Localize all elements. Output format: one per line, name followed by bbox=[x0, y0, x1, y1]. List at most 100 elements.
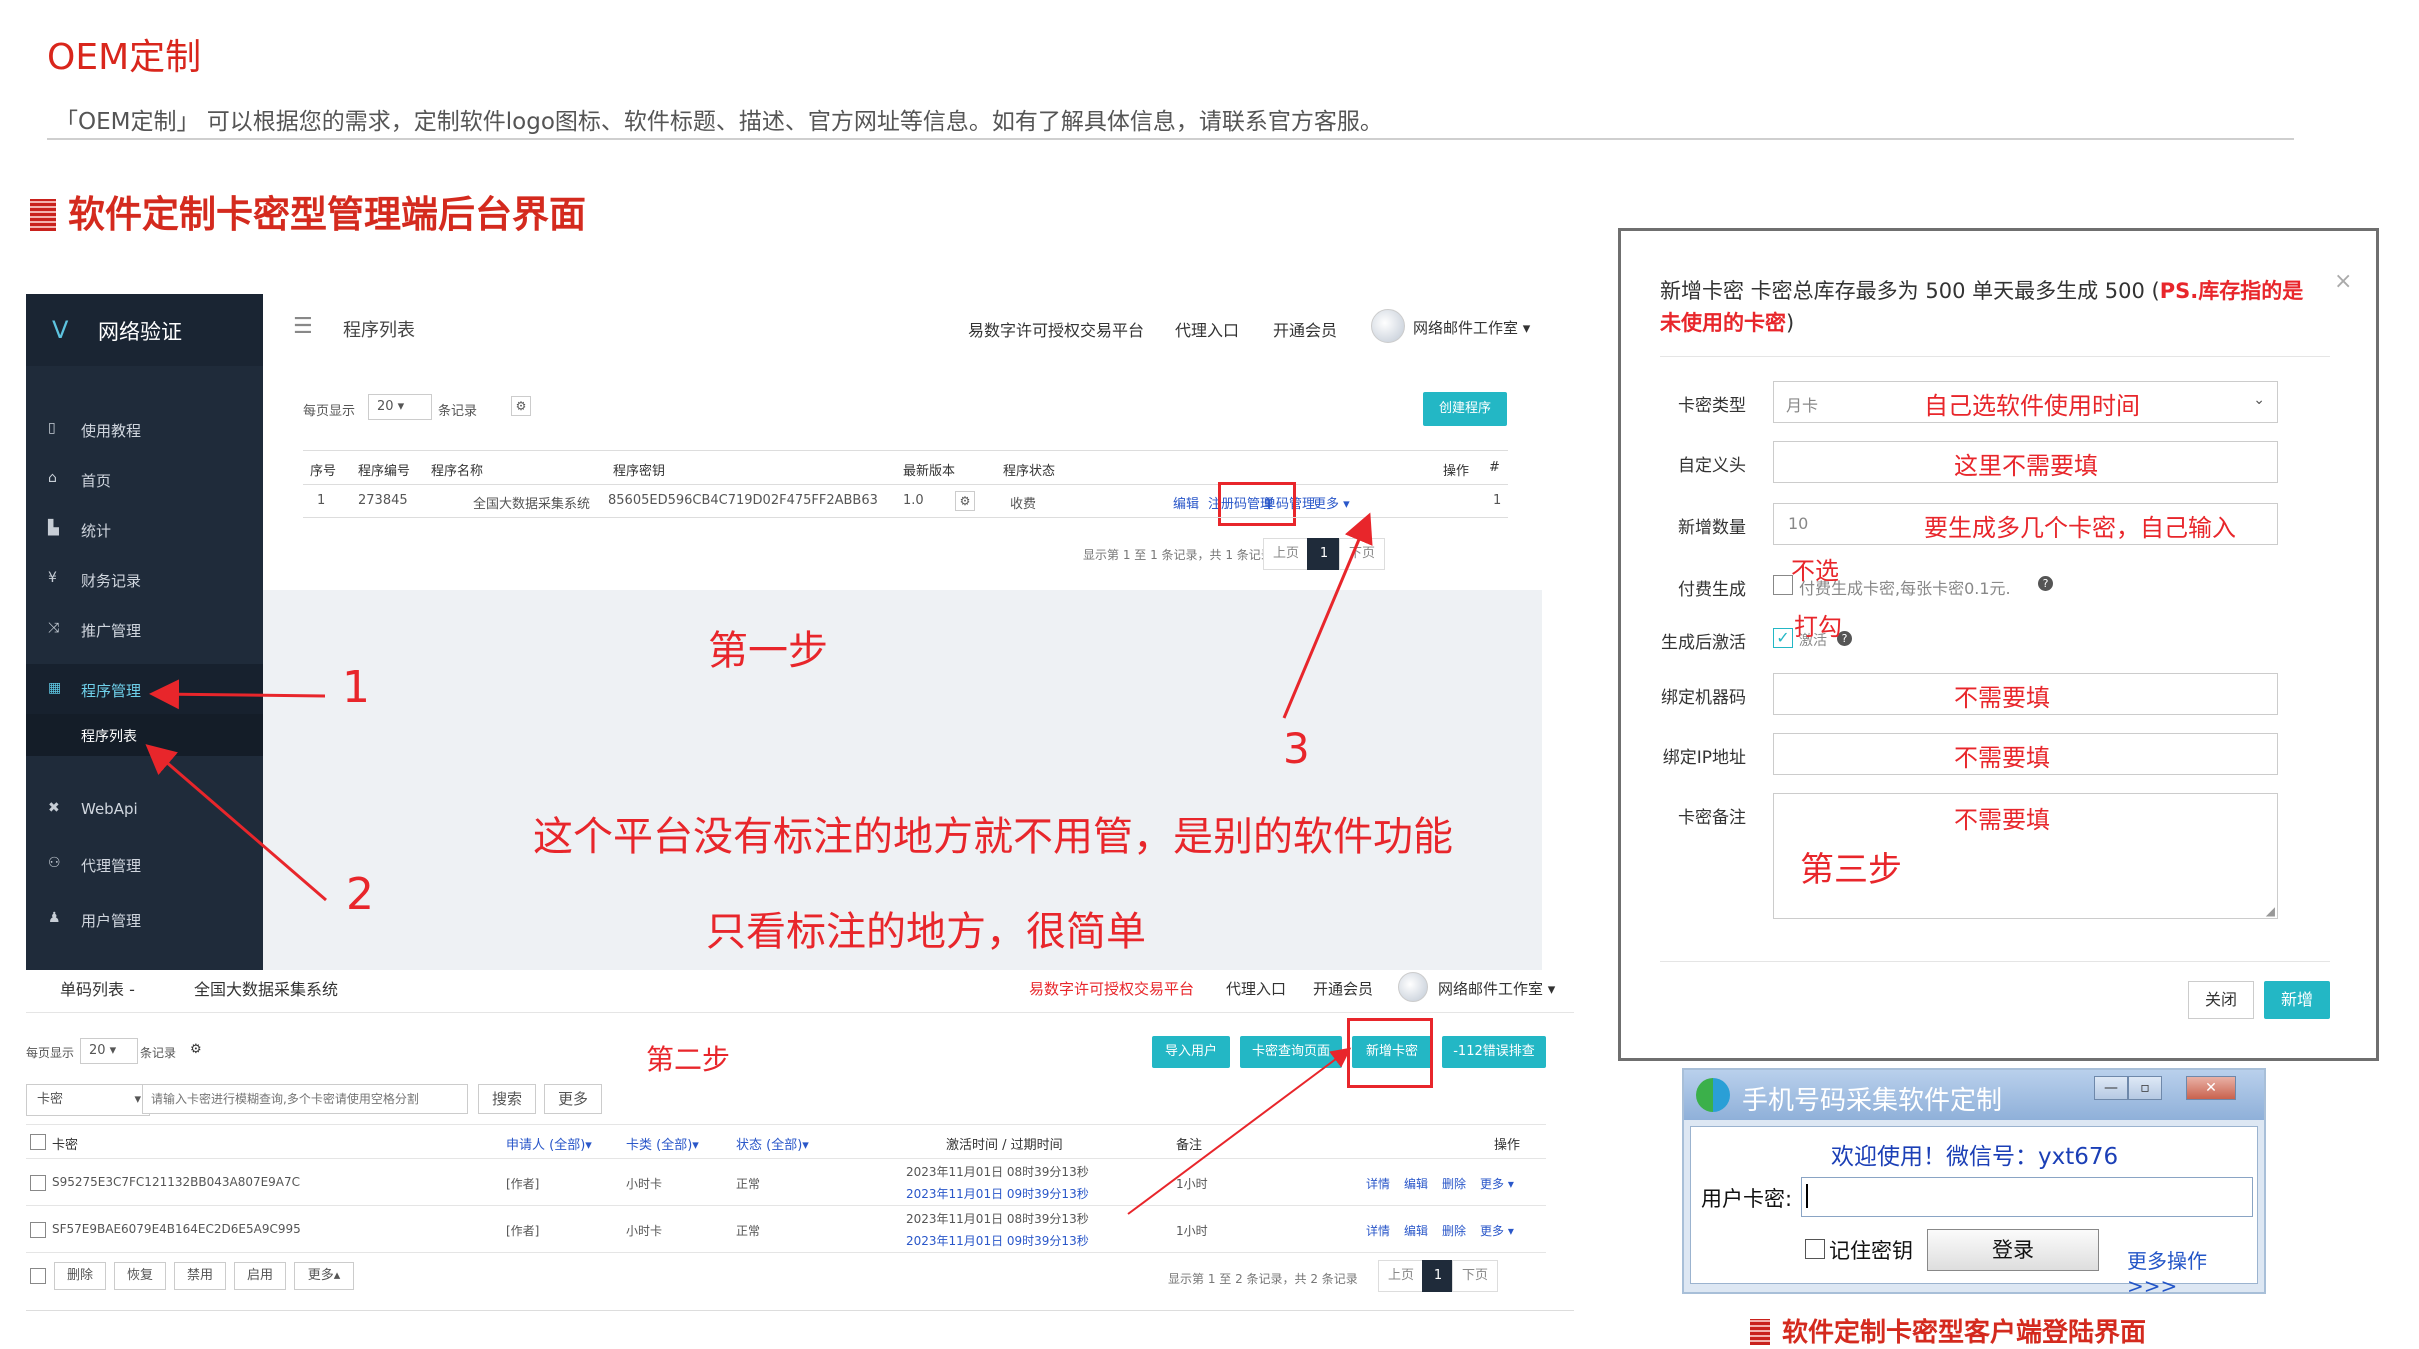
col-type-filter[interactable]: 卡类 (全部)▾ bbox=[626, 1134, 699, 1153]
avatar[interactable] bbox=[1371, 309, 1405, 343]
ip-input[interactable]: 不需要填 bbox=[1773, 733, 2278, 775]
menu-icon[interactable]: ☰ bbox=[293, 314, 313, 339]
row-checkbox[interactable] bbox=[30, 1175, 46, 1191]
error-troubleshoot-button[interactable]: -112错误排查 bbox=[1442, 1036, 1546, 1068]
bulk-delete-button[interactable]: 删除 bbox=[54, 1262, 106, 1290]
nav-agent-link[interactable]: 代理入口 bbox=[1175, 317, 1239, 341]
bulk-disable-button[interactable]: 禁用 bbox=[174, 1262, 226, 1290]
more-actions-link[interactable]: 更多操作>>> bbox=[2127, 1245, 2257, 1298]
row-note: 1小时 bbox=[1176, 1177, 1208, 1191]
table-bottom-rule bbox=[303, 517, 1508, 518]
bulk-select-checkbox[interactable] bbox=[30, 1268, 46, 1284]
sidebar-item-label: 统计 bbox=[81, 522, 112, 540]
select-all-checkbox[interactable] bbox=[30, 1134, 46, 1150]
close-button[interactable]: 关闭 bbox=[2188, 981, 2254, 1019]
nav-member-link[interactable]: 开通会员 bbox=[1313, 978, 1373, 999]
user-menu[interactable]: 网络邮件工作室 ▾ bbox=[1438, 978, 1555, 999]
avatar[interactable] bbox=[1398, 972, 1428, 1002]
card-type-select[interactable]: 月卡 自己选软件使用时间 ⌄ bbox=[1773, 381, 2278, 423]
bulk-restore-button[interactable]: 恢复 bbox=[114, 1262, 166, 1290]
more-label: 更多 bbox=[1480, 1224, 1505, 1238]
user-menu[interactable]: 网络邮件工作室 ▾ bbox=[1413, 317, 1530, 338]
edit-link[interactable]: 编辑 bbox=[1173, 493, 1199, 512]
col-applicant-filter[interactable]: 申请人 (全部)▾ bbox=[506, 1134, 592, 1153]
more-link[interactable]: 更多 ▾ bbox=[1313, 493, 1350, 512]
sidebar-item-programs[interactable]: ▦ 程序管理 bbox=[26, 664, 263, 714]
gear-icon[interactable]: ⚙ bbox=[190, 1042, 202, 1057]
sidebar-item-finance[interactable]: ¥ 财务记录 bbox=[26, 554, 263, 604]
quantity-input[interactable]: 10 要生成多几个卡密，自己输入 bbox=[1773, 503, 2278, 545]
sidebar-item-home[interactable]: ⌂ 首页 bbox=[26, 454, 263, 504]
search-button[interactable]: 搜索 bbox=[478, 1084, 536, 1114]
detail-link[interactable]: 详情 bbox=[1366, 1175, 1390, 1192]
remember-key-checkbox[interactable] bbox=[1805, 1239, 1825, 1259]
next-page-button[interactable]: 下页 bbox=[1452, 1260, 1498, 1292]
nav-agent-link[interactable]: 代理入口 bbox=[1226, 978, 1286, 999]
close-icon[interactable]: × bbox=[2334, 269, 2352, 294]
more-link[interactable]: 更多 ▾ bbox=[1480, 1175, 1514, 1192]
row-hash: 1 bbox=[1493, 493, 1502, 508]
sidebar-item-webapi[interactable]: ✖ WebApi bbox=[26, 784, 263, 834]
maximize-icon[interactable]: ▫ bbox=[2128, 1076, 2162, 1100]
row-applicant: [作者] bbox=[506, 1224, 540, 1238]
page-1-button[interactable]: 1 bbox=[1307, 538, 1341, 570]
nav-promo-link[interactable]: 易数字许可授权交易平台 bbox=[1029, 978, 1194, 999]
modal-title-end: ) bbox=[1786, 311, 1795, 335]
col-status-filter[interactable]: 状态 (全部)▾ bbox=[736, 1134, 809, 1153]
help-icon[interactable]: ? bbox=[2038, 576, 2053, 591]
per-page-select[interactable]: 20 ▾ bbox=[80, 1038, 138, 1064]
sidebar-item-stats[interactable]: ▙ 统计 bbox=[26, 504, 263, 554]
sidebar-item-tutorial[interactable]: ▯ 使用教程 bbox=[26, 404, 263, 454]
per-page-select[interactable]: 20 ▾ bbox=[368, 394, 432, 420]
more-button[interactable]: 更多 bbox=[544, 1084, 602, 1114]
activate-checkbox[interactable]: ✓ bbox=[1773, 628, 1793, 648]
machine-code-input[interactable]: 不需要填 bbox=[1773, 673, 2278, 715]
users-icon: ⚇ bbox=[48, 855, 61, 871]
per-page-label: 每页显示 bbox=[26, 1046, 75, 1060]
prefix-note: 这里不需要填 bbox=[1954, 452, 2098, 480]
create-program-button[interactable]: 创建程序 bbox=[1423, 392, 1507, 426]
next-page-button[interactable]: 下页 bbox=[1339, 538, 1385, 570]
delete-link[interactable]: 删除 bbox=[1442, 1175, 1466, 1192]
arrow-number-1: 1 bbox=[342, 662, 370, 713]
gear-icon[interactable]: ⚙ bbox=[955, 491, 975, 511]
brand-name: 网络验证 bbox=[98, 320, 182, 344]
bulk-enable-button[interactable]: 启用 bbox=[234, 1262, 286, 1290]
sidebar-item-agents[interactable]: ⚇ 代理管理 bbox=[26, 839, 263, 889]
filter-type-select[interactable]: 卡密 ▾ bbox=[26, 1084, 150, 1116]
edit-link[interactable]: 编辑 bbox=[1404, 1222, 1428, 1239]
sidebar-brand[interactable]: V 网络验证 bbox=[26, 294, 263, 366]
minimize-icon[interactable]: — bbox=[2094, 1076, 2128, 1100]
submit-button[interactable]: 新增 bbox=[2264, 981, 2330, 1019]
card-search-input[interactable] bbox=[142, 1084, 468, 1114]
nav-promo-link[interactable]: 易数字许可授权交易平台 bbox=[968, 317, 1144, 341]
more-link[interactable]: 更多 ▾ bbox=[1480, 1222, 1514, 1239]
paid-generate-checkbox[interactable] bbox=[1773, 575, 1793, 595]
sidebar-subitem-program-list[interactable]: 程序列表 bbox=[26, 714, 263, 756]
window-titlebar[interactable]: 手机号码采集软件定制 — ▫ ✕ bbox=[1684, 1070, 2264, 1120]
nav-member-link[interactable]: 开通会员 bbox=[1273, 317, 1337, 341]
prev-page-button[interactable]: 上页 bbox=[1378, 1260, 1424, 1292]
gear-icon[interactable]: ⚙ bbox=[511, 396, 531, 416]
remark-textarea[interactable]: 不需要填 第三步 ◢ bbox=[1773, 793, 2278, 919]
edit-link[interactable]: 编辑 bbox=[1404, 1175, 1428, 1192]
col-index: 序号 bbox=[310, 464, 337, 479]
card-key-input[interactable] bbox=[1801, 1177, 2253, 1217]
bulk-more-button[interactable]: 更多▴ bbox=[294, 1262, 354, 1290]
import-users-button[interactable]: 导入用户 bbox=[1152, 1036, 1230, 1068]
row-checkbox[interactable] bbox=[30, 1222, 46, 1238]
close-icon[interactable]: ✕ bbox=[2186, 1076, 2236, 1100]
prev-page-button[interactable]: 上页 bbox=[1263, 538, 1309, 570]
activate-note: 打勾 bbox=[1794, 613, 1842, 641]
delete-link[interactable]: 删除 bbox=[1442, 1222, 1466, 1239]
detail-link[interactable]: 详情 bbox=[1366, 1222, 1390, 1239]
prefix-input[interactable]: 这里不需要填 bbox=[1773, 441, 2278, 483]
sidebar-item-promotion[interactable]: ⤨ 推广管理 bbox=[26, 604, 263, 654]
page-1-button[interactable]: 1 bbox=[1422, 1260, 1454, 1292]
resize-handle-icon[interactable]: ◢ bbox=[2266, 904, 2275, 918]
col-id: 程序编号 bbox=[358, 464, 411, 479]
card-query-page-button[interactable]: 卡密查询页面 bbox=[1240, 1036, 1342, 1068]
login-button[interactable]: 登录 bbox=[1927, 1229, 2099, 1271]
sidebar-item-users[interactable]: ♟ 用户管理 bbox=[26, 894, 263, 944]
row-note: 1小时 bbox=[1176, 1224, 1208, 1238]
